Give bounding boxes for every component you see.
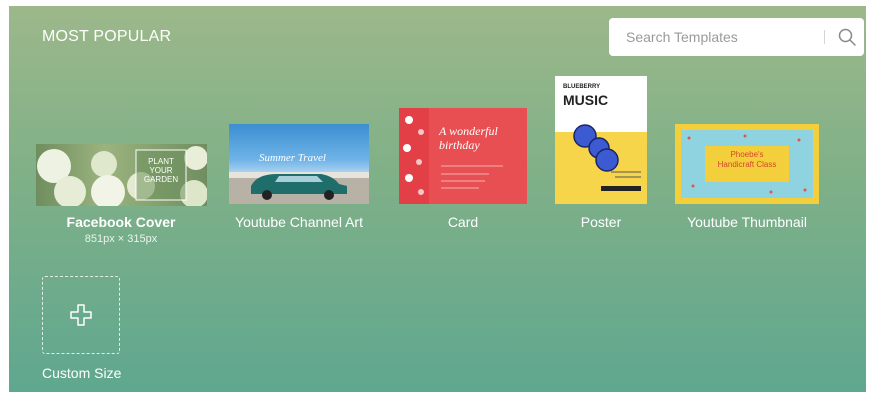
search-bar[interactable] xyxy=(609,18,864,56)
custom-size-label: Custom Size xyxy=(42,365,122,381)
vintage-car-image xyxy=(229,172,369,204)
template-label: Youtube Thumbnail xyxy=(687,214,807,230)
facebook-cover-thumbnail: PLANT YOUR GARDEN xyxy=(36,144,207,206)
youtube-channel-art-thumbnail: Summer Travel xyxy=(229,124,369,204)
search-input[interactable] xyxy=(609,28,818,46)
poster-thumbnail: BLUEBERRY MUSIC xyxy=(555,76,647,204)
youtube-thumbnail-text-1: Phoebe's xyxy=(730,150,764,159)
plus-icon xyxy=(70,304,92,326)
template-size-label: 851px × 315px xyxy=(84,233,158,245)
poster-text-1: BLUEBERRY xyxy=(563,84,601,90)
section-title: MOST POPULAR xyxy=(42,28,172,45)
search-divider xyxy=(824,30,825,44)
template-youtube-channel-art[interactable]: Summer Travel Youtube Channel Art xyxy=(229,124,369,234)
facebook-cover-text-1: PLANT xyxy=(148,157,174,166)
poster-text-2: MUSIC xyxy=(563,92,609,108)
template-facebook-cover[interactable]: PLANT YOUR GARDEN Facebook Cover 851px ×… xyxy=(36,144,207,246)
template-label: Youtube Channel Art xyxy=(235,214,363,230)
youtube-thumbnail-thumbnail: Phoebe's Handicraft Class xyxy=(675,124,819,204)
card-thumbnail: A wonderful birthday xyxy=(399,108,527,204)
search-icon[interactable] xyxy=(837,27,857,47)
flower-pattern-image xyxy=(399,108,503,204)
template-label: Poster xyxy=(580,214,622,230)
youtube-thumbnail-text-2: Handicraft Class xyxy=(717,160,777,169)
facebook-cover-text-3: GARDEN xyxy=(143,175,179,184)
template-card[interactable]: A wonderful birthday Card xyxy=(399,108,527,234)
custom-size-button[interactable] xyxy=(42,276,120,354)
templates-panel: MOST POPULAR PLANT YOUR GARDEN xyxy=(9,6,866,392)
template-label: Card xyxy=(447,214,479,230)
facebook-cover-text-2: YOUR xyxy=(149,166,173,175)
template-label: Facebook Cover xyxy=(66,214,176,230)
card-text-1: A wonderful xyxy=(439,124,498,138)
youtube-channel-art-title: Summer Travel xyxy=(259,152,326,164)
card-text-2: birthday xyxy=(439,138,480,152)
template-youtube-thumbnail[interactable]: Phoebe's Handicraft Class Youtube Thumbn… xyxy=(675,124,819,234)
template-poster[interactable]: BLUEBERRY MUSIC Poster xyxy=(555,76,647,234)
